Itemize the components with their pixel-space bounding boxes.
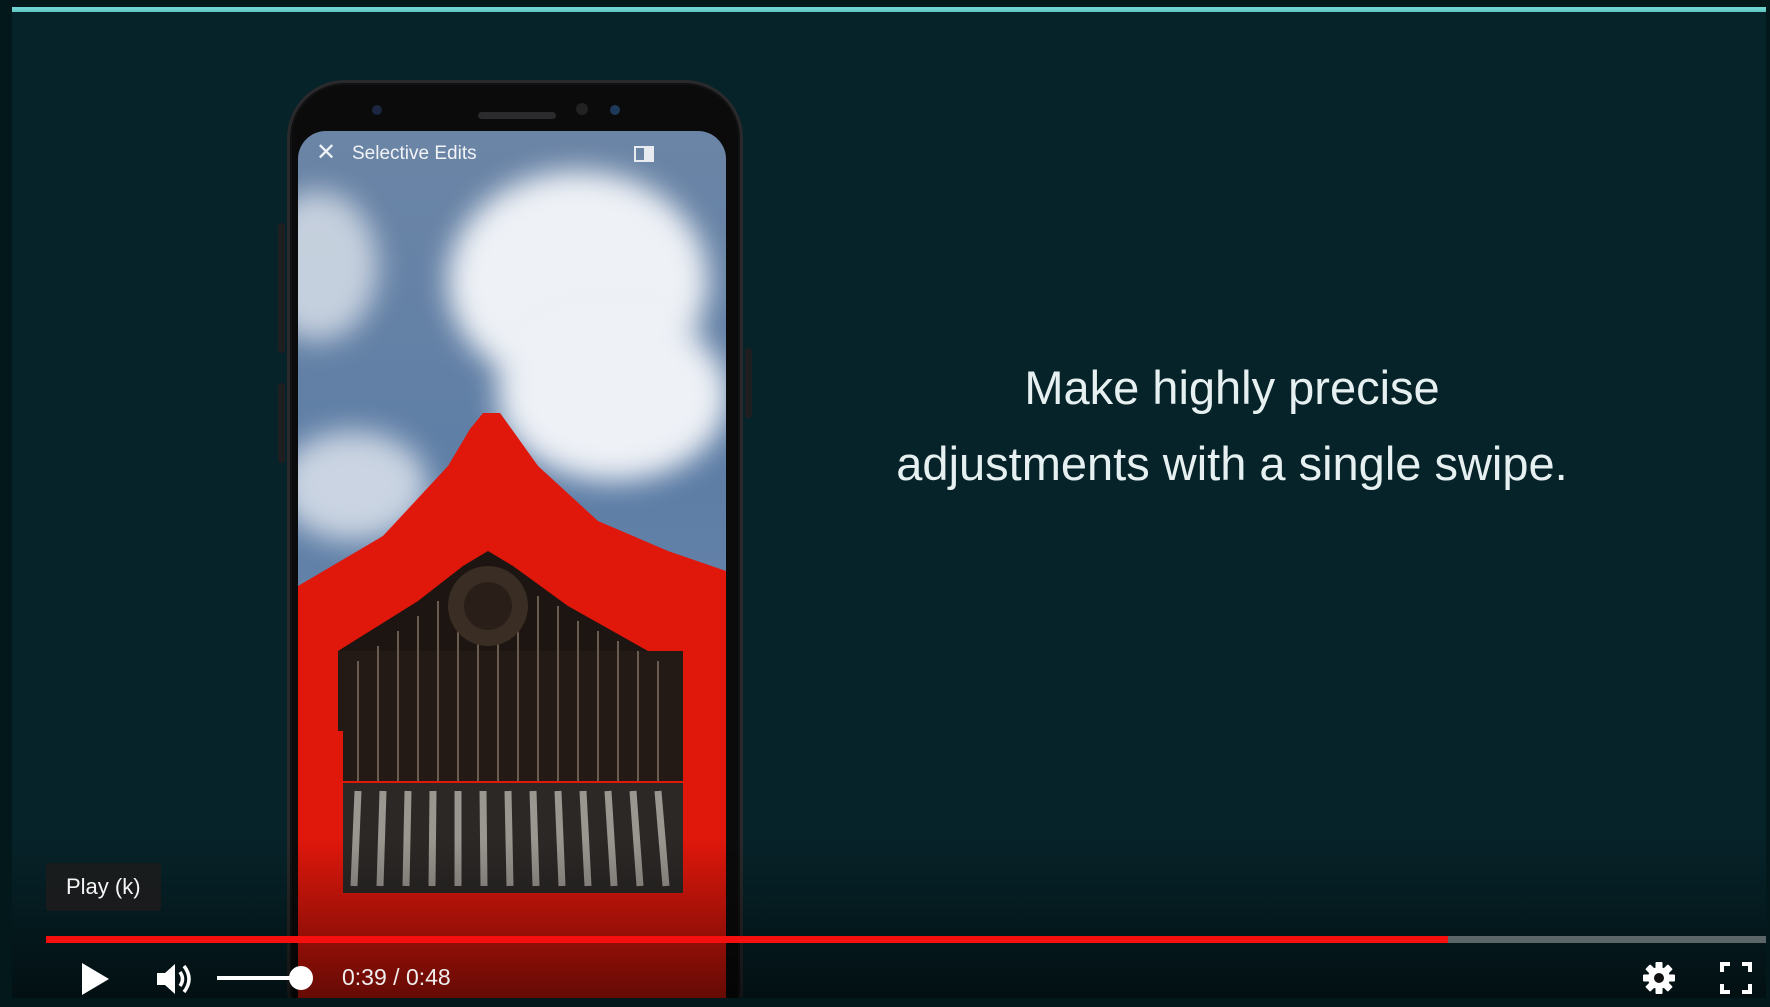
video-player[interactable]: ✕ Selective Edits Make highly precise ad…: [12, 10, 1766, 998]
play-button[interactable]: [78, 960, 112, 998]
headline: Make highly precise adjustments with a s…: [802, 350, 1662, 502]
fullscreen-button[interactable]: [1716, 958, 1756, 998]
phone-speaker: [478, 112, 556, 119]
progress-bar[interactable]: [46, 936, 1766, 943]
time-separator: /: [386, 964, 406, 990]
play-icon: [82, 963, 109, 995]
phone-sensor: [610, 105, 620, 115]
screen-title: Selective Edits: [352, 143, 477, 164]
headline-line-1: Make highly precise: [1024, 361, 1440, 414]
settings-button[interactable]: [1639, 958, 1679, 998]
compare-icon[interactable]: [634, 146, 654, 162]
headline-line-2: adjustments with a single swipe.: [896, 437, 1568, 490]
close-icon[interactable]: ✕: [316, 141, 338, 165]
phone-side-button: [745, 348, 752, 418]
phone-camera: [576, 103, 588, 115]
mute-button[interactable]: [155, 960, 199, 998]
progress-played: [46, 936, 1448, 943]
volume-icon: [157, 964, 191, 994]
volume-slider[interactable]: [217, 966, 313, 990]
gear-icon: [1643, 962, 1675, 994]
phone-side-button: [278, 383, 285, 463]
play-tooltip: Play (k): [46, 863, 161, 911]
fullscreen-icon: [1720, 962, 1752, 994]
phone-sensor: [372, 105, 382, 115]
phone-side-button: [278, 223, 285, 353]
volume-knob[interactable]: [288, 966, 313, 990]
time-display: 0:39 / 0:48: [342, 964, 451, 991]
time-current: 0:39: [342, 964, 387, 990]
time-total: 0:48: [405, 964, 451, 990]
controls-gradient: [12, 838, 1766, 998]
